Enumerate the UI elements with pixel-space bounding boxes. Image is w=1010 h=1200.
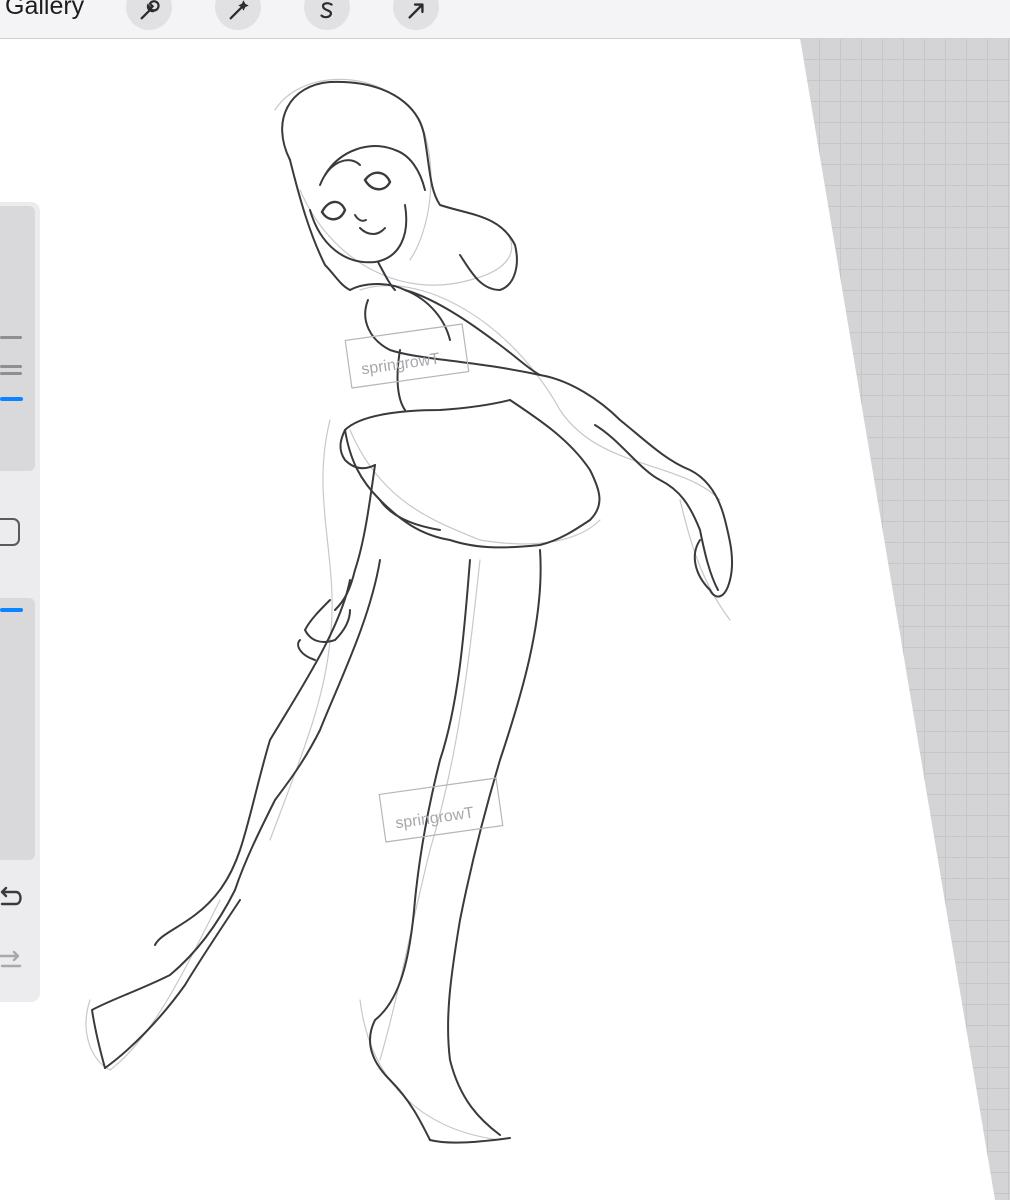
modify-button[interactable] — [0, 518, 20, 546]
selection-s-icon[interactable] — [304, 0, 350, 30]
brush-size-slider[interactable] — [0, 206, 35, 471]
brush-size-level — [0, 397, 23, 401]
drawing-canvas[interactable]: springrowT springrowT — [0, 0, 1010, 1200]
undo-icon[interactable] — [0, 884, 26, 910]
brush-opacity-slider[interactable] — [0, 598, 35, 860]
gallery-button[interactable]: Gallery — [5, 0, 84, 22]
wrench-icon[interactable] — [126, 0, 172, 30]
magic-wand-icon[interactable] — [215, 0, 261, 30]
redo-icon[interactable] — [0, 948, 26, 974]
transform-arrow-icon[interactable] — [393, 0, 439, 30]
brush-size-handle[interactable] — [0, 334, 34, 375]
top-toolbar: Gallery — [0, 0, 1010, 39]
brush-opacity-level — [0, 608, 23, 612]
